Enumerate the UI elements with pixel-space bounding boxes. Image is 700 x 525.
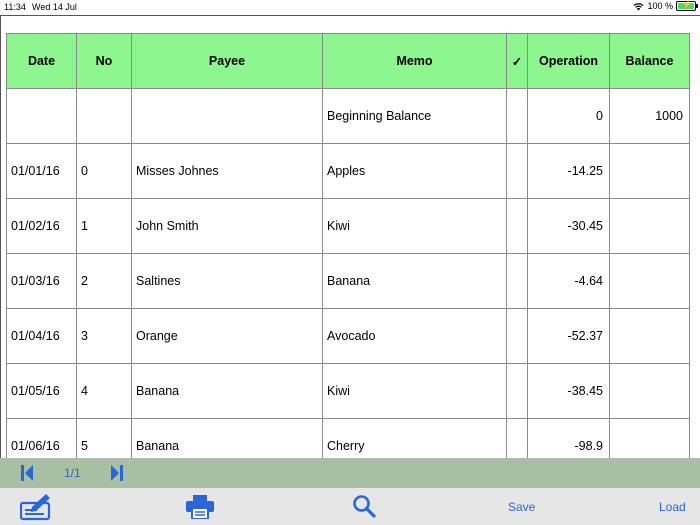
battery-icon: ⚡ (676, 0, 698, 11)
printer-icon[interactable] (186, 495, 214, 519)
cell-operation[interactable]: -52.37 (527, 308, 610, 364)
cell-no[interactable]: 1 (76, 198, 132, 254)
ledger-table: Date No Payee Memo ✓ Operation Balance B… (6, 33, 690, 474)
cell-date[interactable] (6, 88, 77, 144)
frame-top-border (0, 15, 700, 16)
cell-payee[interactable]: Misses Johnes (131, 143, 323, 199)
cell-date[interactable]: 01/01/16 (6, 143, 77, 199)
cell-operation[interactable]: -38.45 (527, 363, 610, 419)
bottom-toolbar: Save Load (0, 488, 700, 525)
cell-memo[interactable]: Kiwi (322, 198, 507, 254)
cell-balance[interactable] (609, 143, 690, 199)
cell-payee[interactable]: John Smith (131, 198, 323, 254)
page-indicator: 1/1 (64, 466, 81, 480)
load-button[interactable]: Load (659, 500, 686, 514)
status-right: 100 % ⚡ (633, 0, 698, 11)
table-row[interactable]: 01/04/16 3 Orange Avocado -52.37 (6, 308, 690, 364)
cell-balance[interactable] (609, 308, 690, 364)
wifi-icon (634, 2, 644, 10)
cell-date[interactable]: 01/02/16 (6, 198, 77, 254)
frame-left-border (0, 15, 1, 458)
cell-no[interactable]: 4 (76, 363, 132, 419)
search-icon[interactable] (352, 494, 376, 518)
cell-no[interactable]: 2 (76, 253, 132, 309)
cell-payee[interactable] (131, 88, 323, 144)
cell-no[interactable]: 0 (76, 143, 132, 199)
cell-balance[interactable] (609, 198, 690, 254)
column-header-memo[interactable]: Memo (322, 33, 507, 89)
cell-operation[interactable]: -14.25 (527, 143, 610, 199)
table-header-row: Date No Payee Memo ✓ Operation Balance (6, 33, 690, 89)
cell-check[interactable] (506, 198, 528, 254)
cell-operation[interactable]: -4.64 (527, 253, 610, 309)
cell-check[interactable] (506, 363, 528, 419)
cell-date[interactable]: 01/04/16 (6, 308, 77, 364)
skip-to-last-icon[interactable] (110, 464, 124, 482)
cell-check[interactable] (506, 88, 528, 144)
column-header-date[interactable]: Date (6, 33, 77, 89)
table-row[interactable]: 01/05/16 4 Banana Kiwi -38.45 (6, 363, 690, 419)
status-date: Wed 14 Jul (32, 2, 77, 12)
cell-payee[interactable]: Saltines (131, 253, 323, 309)
cell-check[interactable] (506, 308, 528, 364)
skip-to-first-icon[interactable] (20, 464, 34, 482)
battery-percent: 100 % (647, 1, 673, 11)
cell-balance[interactable] (609, 363, 690, 419)
cell-payee[interactable]: Orange (131, 308, 323, 364)
status-time: 11:34 (4, 2, 26, 12)
cell-memo[interactable]: Apples (322, 143, 507, 199)
cell-balance[interactable] (609, 253, 690, 309)
cell-date[interactable]: 01/05/16 (6, 363, 77, 419)
page-navigation-bar: 1/1 (0, 458, 700, 488)
write-check-icon[interactable] (20, 493, 52, 521)
cell-check[interactable] (506, 143, 528, 199)
table-row[interactable]: 01/02/16 1 John Smith Kiwi -30.45 (6, 198, 690, 254)
cell-memo[interactable]: Banana (322, 253, 507, 309)
column-header-payee[interactable]: Payee (131, 33, 323, 89)
cell-operation[interactable]: -30.45 (527, 198, 610, 254)
cell-check[interactable] (506, 253, 528, 309)
column-header-operation[interactable]: Operation (527, 33, 610, 89)
cell-balance[interactable]: 1000 (609, 88, 690, 144)
cell-date[interactable]: 01/03/16 (6, 253, 77, 309)
cell-memo[interactable]: Beginning Balance (322, 88, 507, 144)
cell-operation[interactable]: 0 (527, 88, 610, 144)
column-header-check[interactable]: ✓ (506, 33, 528, 89)
column-header-balance[interactable]: Balance (609, 33, 690, 89)
table-row[interactable]: 01/01/16 0 Misses Johnes Apples -14.25 (6, 143, 690, 199)
cell-memo[interactable]: Avocado (322, 308, 507, 364)
status-bar: 11:34 Wed 14 Jul 100 % ⚡ (0, 0, 700, 15)
save-button[interactable]: Save (508, 500, 535, 514)
cell-memo[interactable]: Kiwi (322, 363, 507, 419)
cell-no[interactable] (76, 88, 132, 144)
cell-payee[interactable]: Banana (131, 363, 323, 419)
table-row[interactable]: Beginning Balance 0 1000 (6, 88, 690, 144)
column-header-no[interactable]: No (76, 33, 132, 89)
cell-no[interactable]: 3 (76, 308, 132, 364)
table-row[interactable]: 01/03/16 2 Saltines Banana -4.64 (6, 253, 690, 309)
